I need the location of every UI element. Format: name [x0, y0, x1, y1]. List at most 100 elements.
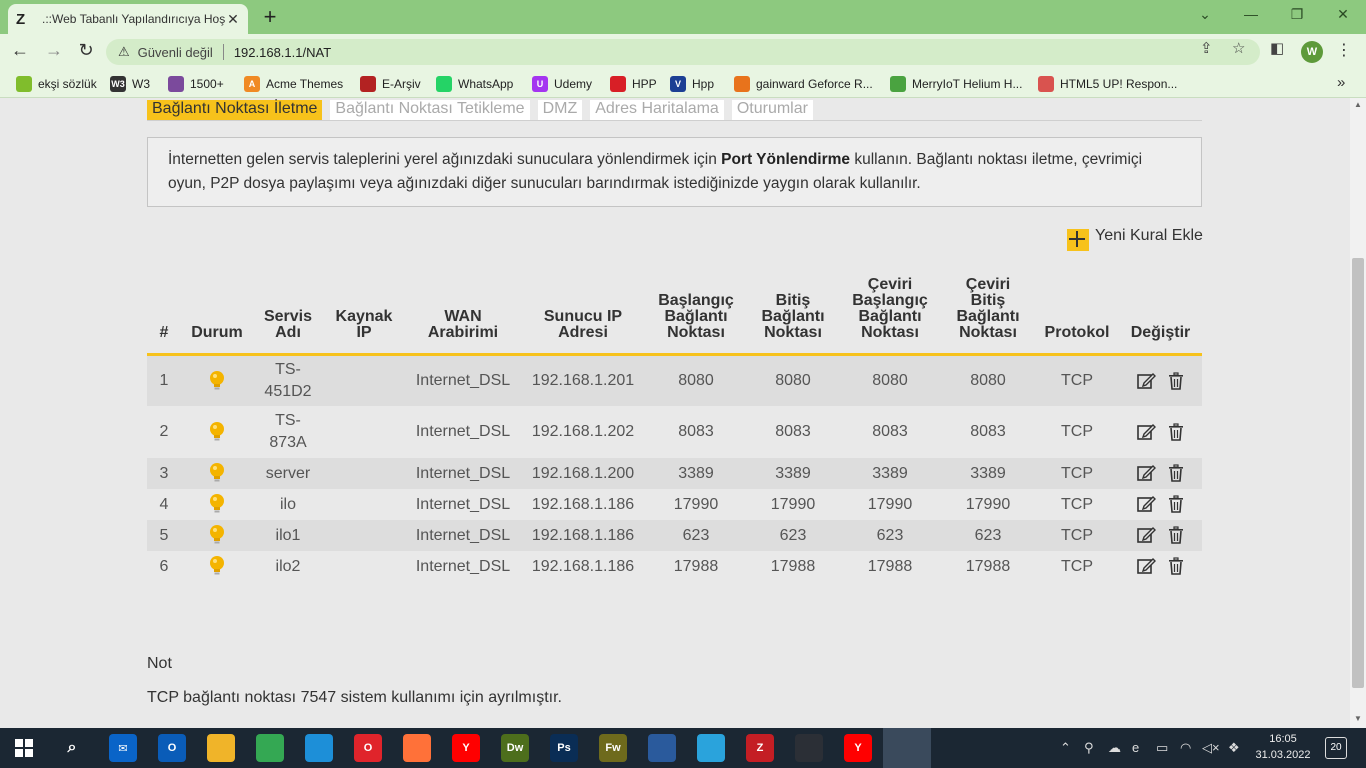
bookmark-item[interactable]: U Udemy: [532, 76, 592, 92]
end-port: 17990: [747, 489, 839, 520]
delete-icon[interactable]: [1166, 422, 1186, 442]
volume-muted-icon[interactable]: ◁×: [1202, 740, 1220, 756]
share-icon[interactable]: ⇪: [1200, 39, 1213, 57]
edit-icon[interactable]: [1136, 525, 1156, 545]
row-number: 6: [147, 551, 181, 582]
edit-icon[interactable]: [1136, 494, 1156, 514]
translated-start-port: 623: [839, 520, 941, 551]
bookmark-item[interactable]: W3 W3: [110, 76, 150, 92]
bookmark-label: WhatsApp: [458, 77, 514, 91]
edge-icon[interactable]: [305, 734, 333, 762]
dreamweaver-icon[interactable]: Dw: [501, 734, 529, 762]
bookmark-item[interactable]: A Acme Themes: [244, 76, 343, 92]
wan-interface: Internet_DSL: [405, 458, 521, 489]
clock-date: 31.03.2022: [1255, 749, 1311, 761]
dropbox-icon[interactable]: ❖: [1228, 740, 1240, 756]
photoshop-icon[interactable]: Ps: [550, 734, 578, 762]
browser-tab[interactable]: Z .::Web Tabanlı Yapılandırıcıya Hoş ✕: [8, 4, 248, 34]
delete-icon[interactable]: [1166, 463, 1186, 483]
bookmark-item[interactable]: WhatsApp: [436, 76, 513, 92]
tab-close-icon[interactable]: ✕: [226, 11, 240, 28]
chrome-icon[interactable]: [256, 734, 284, 762]
server-ip: 192.168.1.186: [521, 489, 645, 520]
subtab[interactable]: DMZ: [537, 100, 583, 120]
omnibox[interactable]: ⚠ Güvenli değil 192.168.1.1/NAT: [106, 39, 1260, 65]
firefox-icon[interactable]: [403, 734, 431, 762]
bookmark-item[interactable]: HPP: [610, 76, 657, 92]
forward-arrow-icon[interactable]: →: [42, 40, 66, 61]
table-header-row: # Durum Servis Adı Kaynak IP WAN Arabirimi Sunuc…: [147, 274, 1202, 356]
page-scrollbar[interactable]: ▲ ▼: [1350, 98, 1366, 728]
omnibox-divider: [222, 44, 224, 60]
minimize-button[interactable]: —: [1236, 6, 1266, 22]
delete-icon[interactable]: [1166, 556, 1186, 576]
scroll-up-icon[interactable]: ▲: [1350, 100, 1366, 109]
delete-icon[interactable]: [1166, 494, 1186, 514]
translated-start-port: 3389: [839, 458, 941, 489]
binance-icon[interactable]: [795, 734, 823, 762]
new-tab-button[interactable]: +: [258, 4, 282, 30]
save-disk-icon[interactable]: [648, 734, 676, 762]
modify-cell: [1119, 489, 1202, 520]
scroll-down-icon[interactable]: ▼: [1350, 714, 1366, 723]
note-title: Not: [147, 655, 172, 672]
profile-avatar[interactable]: W: [1301, 41, 1323, 63]
bookmark-item[interactable]: gainward Geforce R...: [734, 76, 873, 92]
subtab[interactable]: Bağlantı Noktası Tetikleme: [330, 100, 530, 120]
udemy-icon: U: [532, 76, 548, 92]
battery-icon[interactable]: ▭: [1156, 740, 1168, 756]
opera-icon[interactable]: O: [354, 734, 382, 762]
add-rule-button[interactable]: Yeni Kural Ekle: [1067, 225, 1203, 251]
yandex-icon[interactable]: Y: [452, 734, 480, 762]
mail-icon[interactable]: ✉: [109, 734, 137, 762]
outlook-icon[interactable]: O: [158, 734, 186, 762]
system-clock[interactable]: 16:05 31.03.2022: [1252, 731, 1314, 763]
bookmark-item[interactable]: V Hpp: [670, 76, 714, 92]
bookmark-item[interactable]: MerryIoT Helium H...: [890, 76, 1022, 92]
edge-tray-icon[interactable]: e: [1132, 740, 1139, 755]
bookmarks-overflow-icon[interactable]: »: [1337, 74, 1345, 91]
subtab[interactable]: Oturumlar: [731, 100, 813, 120]
edit-icon[interactable]: [1136, 422, 1156, 442]
end-port: 8080: [747, 354, 839, 406]
delete-icon[interactable]: [1166, 525, 1186, 545]
warning-triangle-icon[interactable]: ⚠: [118, 44, 130, 60]
merryiot-icon: [890, 76, 906, 92]
notification-center-icon[interactable]: 20: [1325, 737, 1347, 759]
menu-dots-icon[interactable]: ⋮: [1336, 40, 1352, 60]
edit-icon[interactable]: [1136, 463, 1156, 483]
tray-chevron-icon[interactable]: ⌃: [1060, 740, 1071, 756]
windows-start-icon[interactable]: [10, 734, 38, 762]
bookmark-item[interactable]: ekşi sözlük: [16, 76, 97, 92]
subtab[interactable]: Adres Haritalama: [590, 100, 724, 120]
wifi-icon[interactable]: ◠: [1180, 740, 1191, 756]
yandex-browser-icon[interactable]: Y: [844, 734, 872, 762]
url-text[interactable]: 192.168.1.1/NAT: [234, 45, 331, 60]
tray-app-icon[interactable]: ⚲: [1084, 740, 1094, 756]
restore-button[interactable]: ❐: [1282, 6, 1312, 23]
search-icon[interactable]: ⌕: [58, 734, 86, 762]
security-status[interactable]: Güvenli değil: [138, 45, 213, 60]
bookmark-item[interactable]: 1500+: [168, 76, 224, 92]
edit-icon[interactable]: [1136, 371, 1156, 391]
reload-icon[interactable]: ↻: [74, 40, 98, 61]
telegram-icon[interactable]: [697, 734, 725, 762]
fireworks-icon[interactable]: Fw: [599, 734, 627, 762]
side-panel-icon[interactable]: ◧: [1270, 39, 1284, 57]
onedrive-icon[interactable]: ☁: [1108, 740, 1121, 756]
edit-icon[interactable]: [1136, 556, 1156, 576]
column-header: Sunucu IP Adresi: [521, 274, 645, 356]
bookmark-star-icon[interactable]: ☆: [1232, 39, 1245, 57]
close-window-button[interactable]: ✕: [1328, 6, 1358, 23]
file-explorer-icon[interactable]: [207, 734, 235, 762]
delete-icon[interactable]: [1166, 371, 1186, 391]
back-arrow-icon[interactable]: ←: [8, 40, 32, 61]
bookmark-item[interactable]: HTML5 UP! Respon...: [1038, 76, 1177, 92]
scrollbar-thumb[interactable]: [1352, 258, 1364, 688]
tab-search-chevron-icon[interactable]: ⌄: [1190, 6, 1220, 23]
subtab[interactable]: Bağlantı Noktası İletme: [147, 100, 323, 120]
end-port: 3389: [747, 458, 839, 489]
bookmark-label: MerryIoT Helium H...: [912, 77, 1023, 91]
bookmark-item[interactable]: E-Arşiv: [360, 76, 421, 92]
filezilla-icon[interactable]: Z: [746, 734, 774, 762]
